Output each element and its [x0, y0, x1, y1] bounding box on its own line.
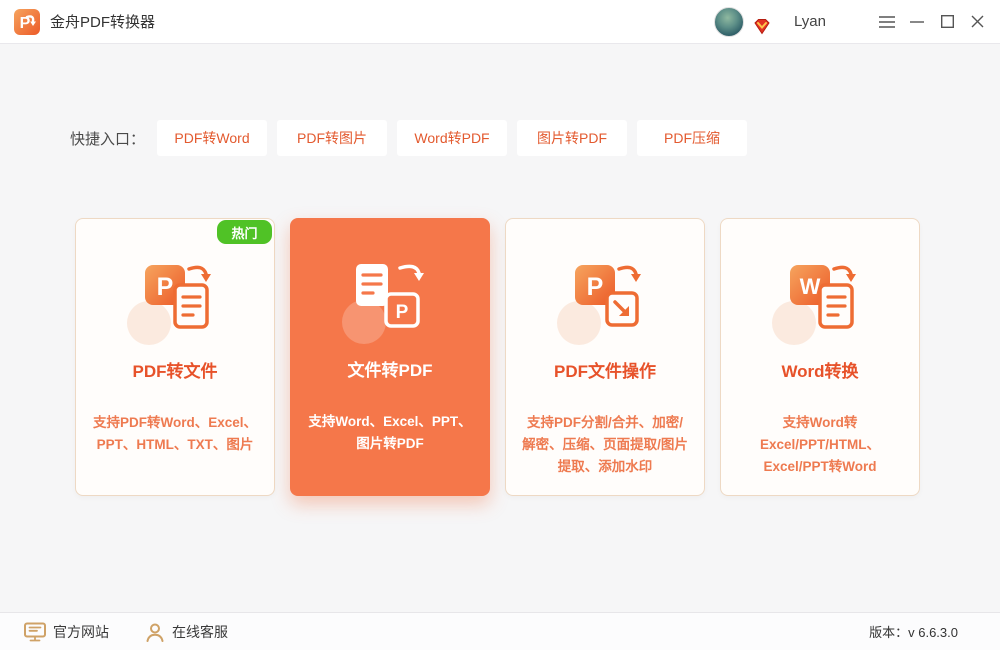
quick-access-label: 快捷入口： — [70, 128, 145, 149]
app-logo-icon: P — [14, 9, 40, 35]
card-title: Word转换 — [781, 357, 858, 382]
vip-badge-icon[interactable] — [752, 18, 772, 36]
footer: 官方网站 在线客服 版本：v 6.6.3.0 — [0, 612, 1000, 650]
maximize-button[interactable] — [932, 7, 962, 37]
footer-link-online-support[interactable]: 在线客服 — [145, 622, 228, 642]
card-word-convert[interactable]: W Word转换 支持Word转Excel/PPT/HTML、Excel/PPT… — [720, 218, 920, 496]
card-title: 文件转PDF — [348, 356, 433, 381]
card-pdf-operations[interactable]: P PDF文件操作 支持PDF分割/合并、加密/解密、压缩、页面提取/图片提取、… — [505, 218, 705, 496]
svg-text:W: W — [800, 274, 821, 299]
quick-button-pdf-compress[interactable]: PDF压缩 — [637, 120, 747, 156]
card-description: 支持PDF转Word、Excel、PPT、HTML、TXT、图片 — [76, 412, 274, 456]
window-controls — [872, 7, 992, 37]
quick-access-row: 快捷入口： PDF转Word PDF转图片 Word转PDF 图片转PDF PD… — [70, 120, 1000, 156]
pdf-to-file-icon: P — [127, 257, 223, 353]
maximize-icon — [941, 15, 954, 28]
titlebar: P 金舟PDF转换器 Lyan — [0, 0, 1000, 44]
card-pdf-to-file[interactable]: 热门 P PDF转文件 支持PDF转Word、Excel、PPT、HTML、TX… — [75, 218, 275, 496]
minimize-icon — [910, 16, 924, 28]
close-icon — [971, 15, 984, 28]
file-to-pdf-icon: P — [342, 256, 438, 352]
hamburger-menu-icon — [879, 16, 895, 28]
quick-button-image-to-pdf[interactable]: 图片转PDF — [517, 120, 627, 156]
username[interactable]: Lyan — [794, 13, 826, 30]
hot-badge: 热门 — [217, 220, 272, 244]
quick-button-word-to-pdf[interactable]: Word转PDF — [397, 120, 507, 156]
word-convert-icon: W — [772, 257, 868, 353]
feature-cards: 热门 P PDF转文件 支持PDF转Word、Excel、PPT、HTML、TX… — [75, 218, 1000, 496]
svg-text:P: P — [396, 302, 409, 323]
quick-button-pdf-to-image[interactable]: PDF转图片 — [277, 120, 387, 156]
user-avatar[interactable] — [714, 7, 744, 37]
card-file-to-pdf[interactable]: P 文件转PDF 支持Word、Excel、PPT、图片转PDF — [290, 218, 490, 496]
quick-button-pdf-to-word[interactable]: PDF转Word — [157, 120, 267, 156]
app-title: 金舟PDF转换器 — [50, 11, 155, 32]
card-title: PDF转文件 — [133, 357, 218, 382]
monitor-icon — [24, 622, 46, 642]
version-label: 版本：v 6.6.3.0 — [869, 622, 958, 641]
card-description: 支持PDF分割/合并、加密/解密、压缩、页面提取/图片提取、添加水印 — [506, 412, 704, 478]
footer-link-official-site[interactable]: 官方网站 — [24, 622, 109, 642]
footer-link-label: 在线客服 — [172, 622, 228, 642]
footer-link-label: 官方网站 — [53, 622, 109, 642]
pdf-operations-icon: P — [557, 257, 653, 353]
svg-text:P: P — [157, 273, 174, 301]
svg-text:P: P — [587, 273, 604, 301]
minimize-button[interactable] — [902, 7, 932, 37]
menu-button[interactable] — [872, 7, 902, 37]
person-icon — [145, 622, 165, 642]
card-description: 支持Word、Excel、PPT、图片转PDF — [290, 411, 490, 455]
card-title: PDF文件操作 — [554, 357, 656, 382]
card-description: 支持Word转Excel/PPT/HTML、Excel/PPT转Word — [721, 412, 919, 478]
close-button[interactable] — [962, 7, 992, 37]
